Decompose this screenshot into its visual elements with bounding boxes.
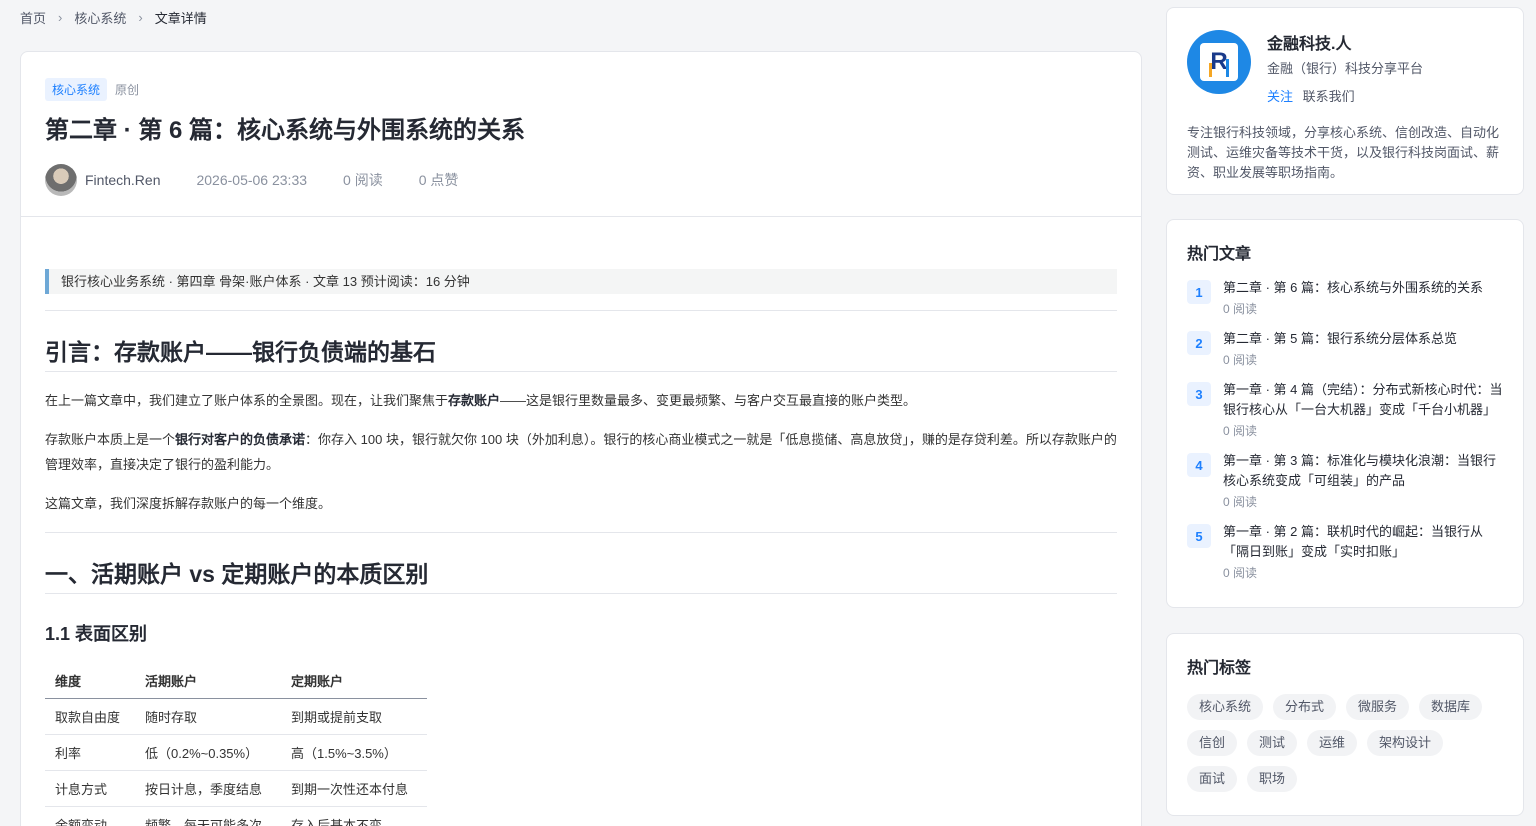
hot-article-title[interactable]: 第一章 · 第 4 篇（完结）：分布式新核心时代：当银行核心从「一台大机器」变成… <box>1223 380 1503 420</box>
article-tags: 核心系统 原创 <box>45 78 1117 101</box>
table-cell: 频繁，每天可能多次 <box>135 806 281 826</box>
article-body: 银行核心业务系统 · 第四章 骨架·账户体系 · 文章 13 预计阅读：16 分… <box>21 217 1141 826</box>
breadcrumb-home[interactable]: 首页 <box>20 8 46 27</box>
hot-articles-card: 热门文章 1 第二章 · 第 6 篇：核心系统与外围系统的关系 0 阅读 2 第… <box>1166 219 1524 608</box>
list-item[interactable]: 3 第一章 · 第 4 篇（完结）：分布式新核心时代：当银行核心从「一台大机器」… <box>1187 380 1503 439</box>
breadcrumb: 首页 › 核心系统 › 文章详情 <box>20 8 207 27</box>
article-title: 第二章 · 第 6 篇：核心系统与外围系统的关系 <box>45 117 526 144</box>
hot-article-reads: 0 阅读 <box>1223 424 1258 438</box>
contact-link[interactable]: 联系我们 <box>1303 89 1355 104</box>
hot-article-reads: 0 阅读 <box>1223 353 1258 367</box>
table-cell: 随时存取 <box>135 698 281 735</box>
publish-datetime: 2026-05-06 23:33 <box>196 172 308 188</box>
list-item[interactable]: 2 第二章 · 第 5 篇：银行系统分层体系总览 0 阅读 <box>1187 329 1503 368</box>
original-tag: 原创 <box>115 83 140 97</box>
author-avatar[interactable] <box>45 164 77 196</box>
table-cell: 计息方式 <box>45 770 135 807</box>
rank-badge: 4 <box>1187 453 1211 477</box>
divider <box>45 310 1117 311</box>
heading-subsection-1-1: 1.1 表面区别 <box>45 624 148 644</box>
table-cell: 高（1.5%~3.5%） <box>281 734 427 771</box>
rank-badge: 1 <box>1187 280 1211 304</box>
breadcrumb-section[interactable]: 核心系统 <box>74 8 126 27</box>
tag-chip[interactable]: 分布式 <box>1273 694 1337 720</box>
hot-article-reads: 0 阅读 <box>1223 566 1258 580</box>
like-count: 0 点赞 <box>418 172 459 188</box>
article-quote: 银行核心业务系统 · 第四章 骨架·账户体系 · 文章 13 预计阅读：16 分… <box>45 269 1117 294</box>
hot-articles-title: 热门文章 <box>1187 246 1252 263</box>
tag-chip[interactable]: 架构设计 <box>1367 730 1444 756</box>
table-header-cell: 维度 <box>45 664 135 699</box>
tag-chip[interactable]: 信创 <box>1187 730 1238 756</box>
tag-cloud: 核心系统 分布式 微服务 数据库 信创 测试 运维 架构设计 面试 职场 <box>1187 694 1503 792</box>
heading-section-1: 一、活期账户 vs 定期账户的本质区别 <box>45 559 1117 594</box>
paragraph-2: 存款账户本质上是一个银行对客户的负债承诺：你存入 100 块，银行就欠你 100… <box>45 432 1117 472</box>
profile-links: 关注 联系我们 <box>1267 86 1423 105</box>
table-cell: 到期或提前支取 <box>281 698 427 735</box>
tag-chip[interactable]: 职场 <box>1247 766 1298 792</box>
heading-intro: 引言：存款账户——银行负债端的基石 <box>45 337 1117 372</box>
chevron-right-icon: › <box>138 10 143 25</box>
tag-chip[interactable]: 微服务 <box>1346 694 1410 720</box>
profile-header: R 金融科技.人 金融（银行）科技分享平台 关注 联系我们 <box>1187 30 1503 105</box>
table-cell: 余额变动 <box>45 806 135 826</box>
paragraph-1: 在上一篇文章中，我们建立了账户体系的全景图。现在，让我们聚焦于存款账户——这是银… <box>45 393 917 408</box>
hot-articles-list: 1 第二章 · 第 6 篇：核心系统与外围系统的关系 0 阅读 2 第二章 · … <box>1187 278 1503 581</box>
hot-article-title[interactable]: 第二章 · 第 5 篇：银行系统分层体系总览 <box>1223 329 1503 349</box>
profile-info: 金融科技.人 金融（银行）科技分享平台 关注 联系我们 <box>1267 30 1423 105</box>
tag-chip[interactable]: 核心系统 <box>1187 694 1264 720</box>
breadcrumb-current: 文章详情 <box>154 11 207 26</box>
hot-article-reads: 0 阅读 <box>1223 495 1258 509</box>
read-count: 0 阅读 <box>343 172 383 188</box>
list-item[interactable]: 4 第一章 · 第 3 篇：标准化与模块化浪潮：当银行核心系统变成「可组装」的产… <box>1187 451 1503 510</box>
table-header-row: 维度 活期账户 定期账户 <box>45 664 427 699</box>
paragraph-3: 这篇文章，我们深度拆解存款账户的每一个维度。 <box>45 496 332 511</box>
profile-name[interactable]: 金融科技.人 <box>1267 30 1423 54</box>
profile-card: R 金融科技.人 金融（银行）科技分享平台 关注 联系我们 专注银行科技领域，分… <box>1166 7 1524 195</box>
article-meta: Fintech.Ren 2026-05-06 23:33 0 阅读 0 点赞 <box>45 164 1117 196</box>
tag-chip[interactable]: 测试 <box>1247 730 1298 756</box>
table-cell: 按日计息，季度结息 <box>135 770 281 807</box>
hot-tags-title: 热门标签 <box>1187 660 1252 677</box>
profile-description: 专注银行科技领域，分享核心系统、信创改造、自动化测试、运维灾备等技术干货，以及银… <box>1187 125 1500 180</box>
tag-chip[interactable]: 运维 <box>1307 730 1358 756</box>
rank-badge: 2 <box>1187 331 1211 355</box>
category-tag[interactable]: 核心系统 <box>45 78 108 101</box>
list-item[interactable]: 1 第二章 · 第 6 篇：核心系统与外围系统的关系 0 阅读 <box>1187 278 1503 317</box>
hot-article-title[interactable]: 第一章 · 第 2 篇：联机时代的崛起：当银行从「隔日到账」变成「实时扣账」 <box>1223 522 1503 562</box>
follow-button[interactable]: 关注 <box>1267 89 1293 104</box>
table-cell: 存入后基本不变 <box>281 806 427 826</box>
hot-tags-card: 热门标签 核心系统 分布式 微服务 数据库 信创 测试 运维 架构设计 面试 职… <box>1166 633 1524 816</box>
table-cell: 利率 <box>45 734 135 771</box>
hot-article-title[interactable]: 第二章 · 第 6 篇：核心系统与外围系统的关系 <box>1223 278 1503 298</box>
rank-badge: 3 <box>1187 382 1211 406</box>
table-header-cell: 定期账户 <box>281 664 427 699</box>
article-header: 核心系统 原创 第二章 · 第 6 篇：核心系统与外围系统的关系 Fintech… <box>21 52 1141 217</box>
rank-badge: 5 <box>1187 524 1211 548</box>
comparison-table: 维度 活期账户 定期账户 取款自由度 随时存取 到期或提前支取 利率 低（0.2… <box>45 664 427 826</box>
table-header-cell: 活期账户 <box>135 664 281 699</box>
table-row: 取款自由度 随时存取 到期或提前支取 <box>45 698 427 735</box>
hot-article-reads: 0 阅读 <box>1223 302 1258 316</box>
tag-chip[interactable]: 面试 <box>1187 766 1238 792</box>
chevron-right-icon: › <box>58 10 63 25</box>
tag-chip[interactable]: 数据库 <box>1419 694 1483 720</box>
table-cell: 低（0.2%~0.35%） <box>135 734 281 771</box>
article-card: 核心系统 原创 第二章 · 第 6 篇：核心系统与外围系统的关系 Fintech… <box>20 51 1142 826</box>
divider <box>45 532 1117 533</box>
table-cell: 取款自由度 <box>45 698 135 735</box>
table-row: 利率 低（0.2%~0.35%） 高（1.5%~3.5%） <box>45 734 427 771</box>
table-cell: 到期一次性还本付息 <box>281 770 427 807</box>
hot-article-title[interactable]: 第一章 · 第 3 篇：标准化与模块化浪潮：当银行核心系统变成「可组装」的产品 <box>1223 451 1503 491</box>
author-name[interactable]: Fintech.Ren <box>85 172 160 188</box>
table-row: 余额变动 频繁，每天可能多次 存入后基本不变 <box>45 806 427 826</box>
list-item[interactable]: 5 第一章 · 第 2 篇：联机时代的崛起：当银行从「隔日到账」变成「实时扣账」… <box>1187 522 1503 581</box>
table-row: 计息方式 按日计息，季度结息 到期一次性还本付息 <box>45 770 427 807</box>
brand-logo-icon[interactable]: R <box>1187 30 1251 94</box>
profile-subtitle: 金融（银行）科技分享平台 <box>1267 61 1424 76</box>
